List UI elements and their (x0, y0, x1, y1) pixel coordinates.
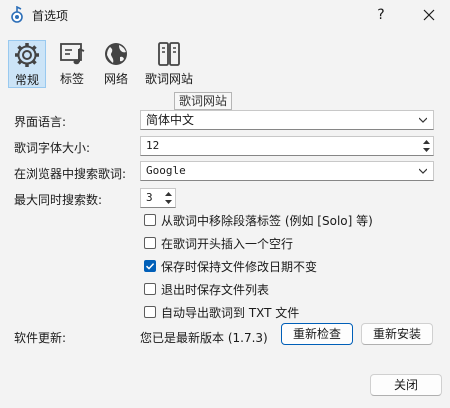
checkbox-checked[interactable] (144, 259, 156, 272)
tab-lyrics-sites[interactable]: 歌词网站 (142, 40, 196, 88)
option-label: 自动导出歌词到 TXT 文件 (161, 306, 300, 320)
globe-icon (105, 43, 127, 65)
app-logo-icon (11, 6, 23, 23)
max-searches-label: 最大同时搜索数: (14, 193, 103, 207)
check-update-button[interactable]: 重新检查 (281, 323, 353, 345)
close-window-icon[interactable] (418, 4, 440, 26)
tab-general-label: 常规 (14, 73, 39, 87)
books-icon (158, 42, 180, 66)
spin-arrows-icon[interactable] (164, 190, 173, 206)
option-label: 从歌词中移除段落标签 (例如 [Solo] 等) (161, 214, 373, 228)
chevron-down-icon (419, 168, 427, 174)
checkbox[interactable] (144, 282, 156, 295)
option-remove-section-tags[interactable]: 从歌词中移除段落标签 (例如 [Solo] 等) (144, 212, 373, 228)
tooltip: 歌词网站 (174, 92, 233, 110)
help-button[interactable]: ? (370, 4, 392, 26)
font-size-spinbox[interactable]: 12 (140, 136, 434, 156)
preferences-toolbar: 常规 标签 网络 歌词网站 (0, 32, 450, 94)
option-export-txt[interactable]: 自动导出歌词到 TXT 文件 (144, 304, 299, 320)
search-engine-value: Google (146, 164, 186, 177)
tab-tags-label: 标签 (59, 72, 84, 86)
option-label: 保存时保持文件修改日期不变 (161, 260, 318, 274)
gear-icon (15, 43, 39, 67)
reinstall-button[interactable]: 重新安装 (361, 323, 433, 345)
language-select[interactable]: 简体中文 (140, 110, 434, 130)
font-size-value: 12 (146, 139, 160, 152)
language-value: 简体中文 (146, 113, 195, 127)
window-title: 首选项 (32, 9, 69, 23)
option-save-file-list[interactable]: 退出时保存文件列表 (144, 281, 269, 297)
tab-lyrics-sites-label: 歌词网站 (144, 72, 193, 86)
option-label: 退出时保存文件列表 (161, 283, 270, 297)
tab-network[interactable]: 网络 (96, 40, 136, 88)
max-searches-value: 3 (146, 191, 153, 204)
chevron-down-icon (419, 117, 427, 123)
tab-tags[interactable]: 标签 (52, 40, 92, 88)
checkmark-icon (145, 262, 155, 270)
spin-arrows-icon[interactable] (422, 138, 431, 154)
tab-network-label: 网络 (103, 72, 128, 86)
tab-general[interactable]: 常规 (8, 40, 46, 88)
search-engine-select[interactable]: Google (140, 161, 434, 181)
option-keep-modified-date[interactable]: 保存时保持文件修改日期不变 (144, 258, 317, 274)
checkbox[interactable] (144, 305, 156, 318)
font-size-label: 歌词字体大小: (14, 141, 91, 155)
update-status: 您已是最新版本 (1.7.3) (140, 331, 268, 345)
close-button[interactable]: 关闭 (370, 374, 442, 396)
update-label: 软件更新: (14, 331, 67, 345)
search-engine-label: 在浏览器中搜索歌词: (14, 167, 127, 181)
music-note-icon (60, 43, 85, 65)
option-insert-blank-line[interactable]: 在歌词开头插入一个空行 (144, 235, 293, 251)
option-label: 在歌词开头插入一个空行 (161, 237, 294, 251)
language-label: 界面语言: (14, 115, 67, 129)
max-searches-spinbox[interactable]: 3 (140, 188, 176, 208)
checkbox[interactable] (144, 213, 156, 226)
title-bar: 首选项 ? (0, 0, 450, 30)
checkbox[interactable] (144, 236, 156, 249)
